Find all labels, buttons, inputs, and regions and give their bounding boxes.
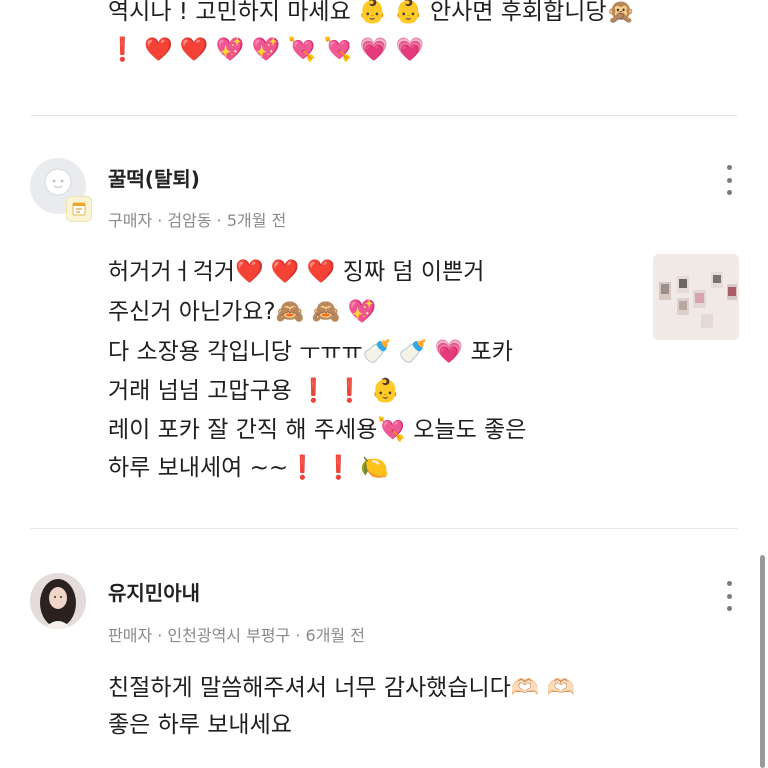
more-vertical-icon[interactable] xyxy=(719,581,739,611)
reviewer-name[interactable]: 유지민아내 xyxy=(108,577,200,606)
review-meta: 구매자 · 검암동 · 5개월 전 xyxy=(108,211,287,230)
calendar-badge-icon xyxy=(66,196,92,222)
scrollbar[interactable] xyxy=(760,555,765,768)
previous-comment-line-2: ❗ ❤️ ❤️ 💖 💖 💘 💘 💗 💗 xyxy=(108,37,425,63)
previous-comment-line-1: 역시나 ! 고민하지 마세요 👶 👶 안사면 후회합니당🙊 xyxy=(108,0,636,25)
comment-divider xyxy=(30,115,738,116)
review-text-line: 주신거 아닌가요?🙈 🙈 💖 xyxy=(108,299,377,325)
review-text-line: 친절하게 말씀해주셔서 너무 감사했습니다🫶🏻 🫶🏻 xyxy=(108,675,576,701)
review-text-line: 다 소장용 각입니당 ㅜㅠㅠ🍼 🍼 💗 포카 xyxy=(108,339,513,365)
comment-divider xyxy=(30,528,738,529)
review-text-line: 허거거ㅓ걱거❤️ ❤️ ❤️ 징짜 덤 이쁜거 xyxy=(108,259,485,285)
review-meta: 판매자 · 인천광역시 부평구 · 6개월 전 xyxy=(108,626,365,645)
review-text-line: 하루 보내세여 ~~❗ ❗ 🍋 xyxy=(108,455,389,481)
more-vertical-icon[interactable] xyxy=(719,165,739,195)
review-text-line: 좋은 하루 보내세요 xyxy=(108,712,292,738)
review-text-line: 거래 넘넘 고맙구용 ❗ ❗ 👶 xyxy=(108,378,400,404)
review-text-line: 레이 포카 잘 간직 해 주세용💘 오늘도 좋은 xyxy=(108,417,527,443)
user-avatar[interactable] xyxy=(30,573,86,629)
reviewer-name[interactable]: 꿀떡(탈퇴) xyxy=(108,163,200,192)
review-photo-thumbnail[interactable] xyxy=(653,254,739,340)
